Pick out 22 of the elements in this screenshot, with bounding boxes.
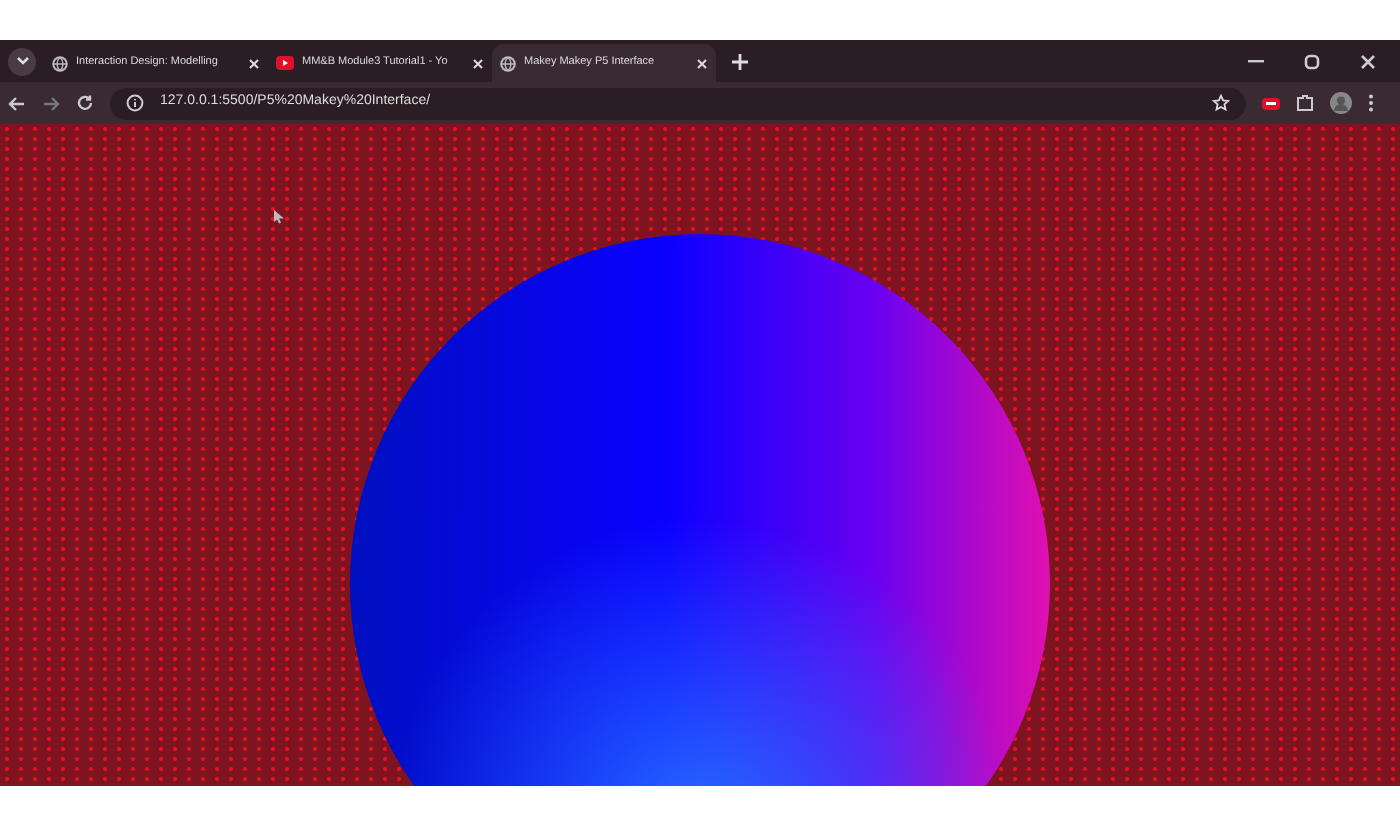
close-icon[interactable] [248, 57, 260, 69]
back-icon[interactable] [8, 95, 26, 111]
close-icon[interactable] [1360, 53, 1376, 69]
puzzle-icon[interactable] [1296, 94, 1314, 112]
chevron-down-icon [15, 56, 29, 66]
profile-icon[interactable] [1330, 92, 1352, 114]
star-icon[interactable] [1212, 94, 1230, 112]
minimize-icon[interactable] [1248, 59, 1264, 63]
video-icon [276, 56, 294, 70]
close-icon[interactable] [472, 57, 484, 69]
extension-icon[interactable] [1262, 95, 1280, 111]
restore-icon[interactable] [1304, 53, 1320, 69]
forward-icon[interactable] [42, 95, 60, 111]
menu-icon[interactable] [1368, 94, 1374, 112]
globe-icon [500, 55, 516, 71]
close-icon[interactable] [696, 57, 708, 69]
reload-icon[interactable] [76, 94, 94, 112]
globe-icon [52, 55, 68, 71]
tab-list-button[interactable] [8, 47, 36, 75]
site-info-icon [126, 94, 144, 112]
plus-icon [732, 53, 748, 69]
cursor-icon [274, 210, 284, 224]
